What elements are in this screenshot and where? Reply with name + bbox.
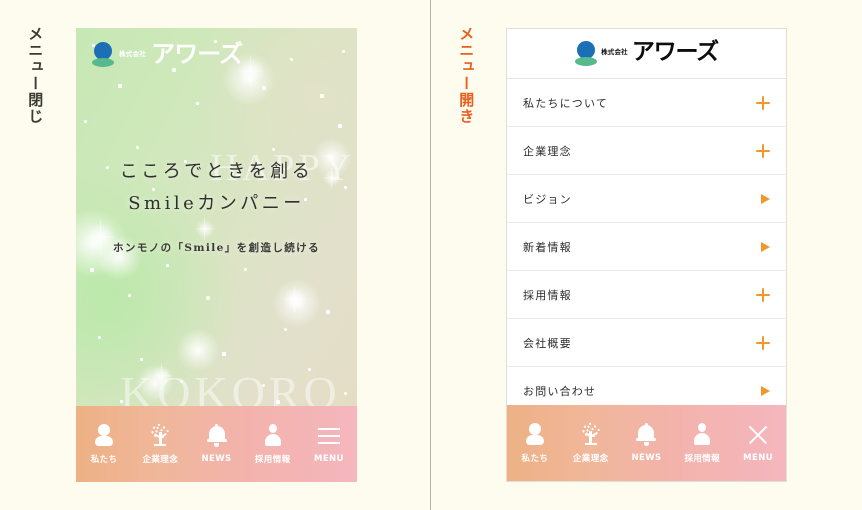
menu-item-vision[interactable]: ビジョン [507, 175, 786, 223]
menu-item-philosophy[interactable]: 企業理念 [507, 127, 786, 175]
logo-mark-icon [92, 42, 114, 68]
menu-item-company-profile[interactable]: 会社概要 [507, 319, 786, 367]
nav-label: MENU [743, 453, 774, 463]
logo-kabushiki-text: 株式会社 [119, 50, 147, 58]
menu-item-about-us[interactable]: 私たちについて [507, 79, 786, 127]
site-logo-hero[interactable]: 株式会社 アワーズ [92, 39, 243, 68]
close-icon [747, 423, 769, 447]
nav-item-news[interactable]: NEWS [188, 406, 244, 482]
nav-item-about-us[interactable]: 私たち [507, 405, 563, 481]
arrow-right-icon[interactable] [761, 386, 770, 396]
nav-item-recruit[interactable]: 採用情報 [674, 405, 730, 481]
arrow-right-icon[interactable] [761, 241, 770, 252]
plus-icon[interactable] [756, 287, 770, 302]
menu-item-label: 私たちについて [523, 96, 609, 110]
nav-label: 企業理念 [142, 455, 179, 465]
menu-item-label: 会社概要 [523, 336, 572, 350]
menu-closed-annotation: メニュー閉じ [26, 26, 45, 125]
menu-list: 私たちについて 企業理念 ビジョン 新着情報 採用情報 会社概要 お問い合わせ [507, 79, 786, 415]
plus-icon[interactable] [756, 143, 770, 158]
tree-icon [580, 422, 602, 446]
nav-item-news[interactable]: NEWS [619, 405, 675, 481]
nav-item-recruit[interactable]: 採用情報 [245, 406, 301, 482]
tree-icon [149, 423, 171, 447]
logo-mark-icon [575, 40, 598, 67]
nav-item-menu-open-toggle[interactable]: MENU [301, 406, 357, 482]
hero-subline: ホンモノの「Smile」を創造し続ける [113, 242, 320, 254]
nav-label: 企業理念 [572, 454, 609, 464]
bottom-navbar-closed: 私たち 企業理念 NEWS 採用情報 MENU [76, 406, 357, 482]
site-logo-menu[interactable]: 株式会社 アワーズ [575, 38, 719, 67]
menu-item-label: ビジョン [523, 192, 572, 206]
logo-wordmark: アワーズ [151, 39, 243, 68]
hero-headline-line2: Smileカンパニー [128, 192, 305, 214]
hero-section: HAPPY KOKORO 株式会社 アワーズ こころでときを創る Smileカン… [76, 28, 357, 406]
menu-item-label: 企業理念 [523, 144, 572, 158]
bust-icon [262, 423, 284, 447]
phone-mockup-menu-open: 株式会社 アワーズ 私たちについて 企業理念 ビジョン 新着情報 採用情報 会社… [506, 28, 787, 482]
plus-icon[interactable] [756, 335, 770, 350]
nav-label: 私たち [90, 455, 118, 465]
nav-item-philosophy[interactable]: 企業理念 [132, 406, 188, 482]
logo-wordmark: アワーズ [631, 38, 719, 65]
hero-copy: こころでときを創る Smileカンパニー ホンモノの「Smile」を創造し続ける [76, 156, 357, 259]
nav-label: NEWS [201, 454, 232, 464]
bust-icon [691, 422, 713, 446]
plus-icon[interactable] [756, 95, 770, 110]
menu-item-news[interactable]: 新着情報 [507, 223, 786, 271]
hero-headline-line1: こころでときを創る [119, 161, 314, 182]
arrow-right-icon[interactable] [761, 193, 770, 204]
menu-item-recruit[interactable]: 採用情報 [507, 271, 786, 319]
hamburger-icon [317, 424, 340, 448]
bottom-navbar-open: 私たち 企業理念 NEWS 採用情報 MENU [507, 405, 786, 481]
nav-item-philosophy[interactable]: 企業理念 [563, 405, 619, 481]
nav-item-menu-close-toggle[interactable]: MENU [730, 405, 786, 481]
logo-kabushiki-text: 株式会社 [601, 48, 628, 56]
person-icon [93, 423, 115, 447]
panel-divider [430, 0, 431, 510]
bell-icon [635, 423, 657, 447]
bell-icon [206, 424, 228, 448]
nav-label: MENU [313, 454, 344, 464]
menu-item-label: 採用情報 [523, 288, 572, 302]
nav-label: 私たち [521, 454, 549, 464]
menu-item-label: 新着情報 [523, 240, 572, 254]
nav-label: 採用情報 [254, 455, 291, 465]
nav-label: NEWS [631, 453, 662, 463]
menu-open-annotation: メニュー開き [457, 26, 476, 125]
person-icon [524, 422, 546, 446]
nav-label: 採用情報 [684, 454, 721, 464]
menu-header: 株式会社 アワーズ [507, 29, 786, 79]
nav-item-about-us[interactable]: 私たち [76, 406, 132, 482]
phone-mockup-menu-closed: HAPPY KOKORO 株式会社 アワーズ こころでときを創る Smileカン… [76, 28, 357, 482]
menu-item-label: お問い合わせ [523, 385, 597, 398]
